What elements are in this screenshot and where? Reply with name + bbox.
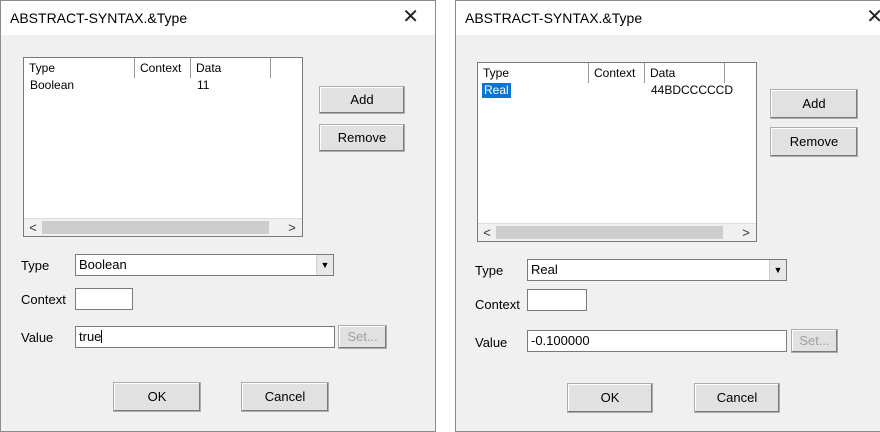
cancel-button[interactable]: Cancel	[694, 383, 780, 413]
list-header: Type Context Data	[478, 63, 756, 83]
list-item-data: 11	[197, 78, 210, 92]
remove-button[interactable]: Remove	[770, 127, 858, 157]
title-bar: ABSTRACT-SYNTAX.&Type ✕	[456, 1, 880, 35]
close-icon[interactable]: ✕	[402, 7, 419, 27]
type-list[interactable]: Type Context Data Boolean 11 < >	[23, 57, 303, 237]
ok-button[interactable]: OK	[113, 382, 201, 412]
ok-button[interactable]: OK	[567, 383, 653, 413]
type-dropdown-value: Real	[531, 262, 558, 277]
add-button[interactable]: Add	[319, 86, 405, 114]
context-label: Context	[475, 297, 520, 312]
list-item[interactable]: Boolean 11	[24, 78, 302, 93]
column-header-context[interactable]: Context	[589, 63, 645, 83]
context-field[interactable]	[75, 288, 133, 310]
type-list[interactable]: Type Context Data Real 44BDCCCCCD < >	[477, 62, 757, 242]
chevron-left-icon[interactable]: <	[25, 220, 41, 235]
type-dropdown[interactable]: Real ▼	[527, 259, 787, 281]
chevron-left-icon[interactable]: <	[479, 225, 495, 240]
dialog-title: ABSTRACT-SYNTAX.&Type	[10, 10, 188, 26]
chevron-down-icon[interactable]: ▼	[316, 255, 333, 275]
chevron-right-icon[interactable]: >	[738, 225, 754, 240]
type-label: Type	[21, 258, 50, 273]
column-header-type[interactable]: Type	[478, 63, 589, 83]
value-field[interactable]: true	[75, 326, 335, 348]
list-header: Type Context Data	[24, 58, 302, 78]
close-icon[interactable]: ✕	[866, 7, 880, 27]
scrollbar-thumb[interactable]	[496, 226, 723, 239]
list-item-data: 44BDCCCCCD	[651, 83, 734, 97]
value-label: Value	[21, 330, 54, 345]
list-item-type: Boolean	[30, 78, 75, 92]
chevron-right-icon[interactable]: >	[284, 220, 300, 235]
dialog-title: ABSTRACT-SYNTAX.&Type	[465, 10, 643, 26]
set-button[interactable]: Set...	[338, 325, 387, 349]
chevron-down-icon[interactable]: ▼	[769, 260, 786, 280]
scrollbar-thumb[interactable]	[42, 221, 269, 234]
type-dropdown-value: Boolean	[79, 257, 127, 272]
add-button[interactable]: Add	[770, 89, 858, 119]
text-cursor	[101, 330, 103, 343]
type-dropdown[interactable]: Boolean ▼	[75, 254, 334, 276]
title-bar: ABSTRACT-SYNTAX.&Type ✕	[1, 1, 435, 35]
value-field-text: -0.100000	[531, 333, 590, 348]
list-item[interactable]: Real 44BDCCCCCD	[478, 83, 756, 98]
column-header-type[interactable]: Type	[24, 58, 135, 78]
context-field[interactable]	[527, 289, 587, 311]
set-button[interactable]: Set...	[791, 329, 838, 353]
value-label: Value	[475, 335, 508, 350]
column-header-data[interactable]: Data	[191, 58, 271, 78]
remove-button[interactable]: Remove	[319, 124, 405, 152]
column-header-context[interactable]: Context	[135, 58, 191, 78]
value-field[interactable]: -0.100000	[527, 330, 787, 352]
list-item-type: Real	[482, 83, 511, 98]
horizontal-scrollbar[interactable]: < >	[24, 218, 302, 236]
column-header-data[interactable]: Data	[645, 63, 725, 83]
dialog-real: ABSTRACT-SYNTAX.&Type ✕ Type Context Dat…	[455, 0, 880, 432]
type-label: Type	[475, 263, 504, 278]
cancel-button[interactable]: Cancel	[241, 382, 329, 412]
dialog-boolean: ABSTRACT-SYNTAX.&Type ✕ Type Context Dat…	[0, 0, 436, 432]
context-label: Context	[21, 292, 66, 307]
value-field-text: true	[79, 329, 102, 344]
horizontal-scrollbar[interactable]: < >	[478, 223, 756, 241]
